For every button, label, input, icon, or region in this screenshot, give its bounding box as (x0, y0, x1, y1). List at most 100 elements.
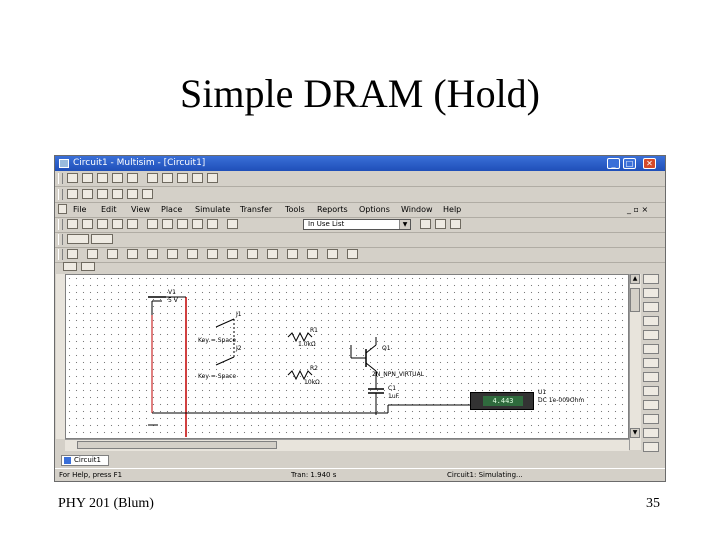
wattmeter-icon[interactable] (643, 302, 659, 312)
zoom-out-icon[interactable] (97, 189, 108, 199)
menu-tools[interactable]: Tools (285, 203, 305, 216)
menu-file[interactable]: File (73, 203, 86, 216)
print-icon[interactable] (112, 173, 123, 183)
toggle-design-icon[interactable] (67, 219, 78, 229)
multimeter-tool-icon[interactable] (643, 274, 659, 284)
oscilloscope-icon[interactable] (643, 316, 659, 326)
switch-j2[interactable] (215, 356, 235, 366)
toolbar-grip (58, 249, 63, 260)
misc-digital-icon[interactable] (207, 249, 218, 259)
source-icon[interactable] (67, 249, 78, 259)
create-component-icon[interactable] (112, 219, 123, 229)
new-icon[interactable] (67, 173, 78, 183)
transfer-ultiboard-icon[interactable] (177, 219, 188, 229)
minimize-button[interactable]: _ (607, 158, 620, 169)
postprocessor-icon[interactable] (147, 219, 158, 229)
mixed-icon[interactable] (227, 249, 238, 259)
tab-circuit1[interactable]: Circuit1 (61, 455, 109, 466)
menu-place[interactable]: Place (161, 203, 182, 216)
run-simulation-icon[interactable] (67, 234, 89, 244)
undo-icon[interactable] (192, 173, 203, 183)
place-hierarchical-icon[interactable] (327, 249, 338, 259)
diode-icon[interactable] (107, 249, 118, 259)
transistor-icon[interactable] (127, 249, 138, 259)
scroll-up-icon[interactable]: ▲ (630, 274, 640, 284)
circuit-schematic (148, 296, 470, 437)
network-analyzer-icon[interactable] (643, 414, 659, 424)
zoom-area-icon[interactable] (112, 189, 123, 199)
basic-icon[interactable] (87, 249, 98, 259)
in-use-list-dropdown[interactable]: In Use List ▼ (303, 219, 411, 230)
zoom-fit-icon[interactable] (127, 189, 138, 199)
menu-view[interactable]: View (131, 203, 150, 216)
forward-annotate-icon[interactable] (207, 219, 218, 229)
iv-analyzer-icon[interactable] (643, 428, 659, 438)
switch-j1[interactable] (215, 318, 235, 328)
menu-edit[interactable]: Edit (101, 203, 117, 216)
analog-icon[interactable] (147, 249, 158, 259)
document-icon[interactable] (58, 204, 67, 214)
edu-web-icon[interactable] (227, 219, 238, 229)
close-button[interactable]: ✕ (643, 158, 656, 169)
resistor-r2[interactable] (287, 369, 313, 381)
zoom-page-icon[interactable] (142, 189, 153, 199)
print-preview-icon[interactable] (127, 173, 138, 183)
zoom-in-icon[interactable] (82, 189, 93, 199)
open-icon[interactable] (82, 173, 93, 183)
bode-plotter-icon[interactable] (643, 330, 659, 340)
misc-icon[interactable] (267, 249, 278, 259)
title-bar[interactable]: Circuit1 - Multisim - [Circuit1] _ □ ✕ (55, 156, 665, 171)
schematic-canvas[interactable]: V1 5 V J1 Key = Space J2 Key = Space R1 … (65, 274, 629, 439)
cut-icon[interactable] (147, 173, 158, 183)
scroll-thumb[interactable] (630, 288, 640, 312)
menu-bar: File Edit View Place Simulate Transfer T… (55, 202, 665, 218)
paste-icon[interactable] (177, 173, 188, 183)
status-simulating: Circuit1: Simulating... (447, 471, 523, 479)
save-icon[interactable] (97, 173, 108, 183)
electromechanical-icon[interactable] (307, 249, 318, 259)
function-generator-icon[interactable] (643, 288, 659, 298)
spreadsheet-icon[interactable] (82, 219, 93, 229)
help-pointer-icon[interactable] (435, 219, 446, 229)
multisim-window: Circuit1 - Multisim - [Circuit1] _ □ ✕ F… (54, 155, 666, 482)
distortion-analyzer-icon[interactable] (643, 386, 659, 396)
menu-options[interactable]: Options (359, 203, 390, 216)
transistor-collector[interactable] (365, 344, 377, 354)
resistor-r1[interactable] (287, 331, 313, 343)
rf-icon[interactable] (287, 249, 298, 259)
logic-analyzer-icon[interactable] (643, 358, 659, 368)
cmos-icon[interactable] (187, 249, 198, 259)
menu-help[interactable]: Help (443, 203, 461, 216)
menu-window[interactable]: Window (401, 203, 433, 216)
agilent-icon[interactable] (643, 442, 659, 452)
scroll-down-icon[interactable]: ▼ (630, 428, 640, 438)
copy-icon[interactable] (162, 173, 173, 183)
pause-simulation-icon[interactable] (91, 234, 113, 244)
indicator-icon[interactable] (247, 249, 258, 259)
h-scroll-thumb[interactable] (77, 441, 277, 449)
back-annotate-icon[interactable] (192, 219, 203, 229)
electrical-rules-icon[interactable] (162, 219, 173, 229)
place-bus-icon[interactable] (347, 249, 358, 259)
word-generator-icon[interactable] (643, 344, 659, 354)
virtual-component-icon[interactable] (63, 262, 77, 271)
grapher-icon[interactable] (127, 219, 138, 229)
logic-converter-icon[interactable] (643, 372, 659, 382)
menu-transfer[interactable]: Transfer (240, 203, 272, 216)
ttl-icon[interactable] (167, 249, 178, 259)
virtual-measure-icon[interactable] (81, 262, 95, 271)
menu-simulate[interactable]: Simulate (195, 203, 230, 216)
component-wizard-icon[interactable] (420, 219, 431, 229)
full-screen-icon[interactable] (67, 189, 78, 199)
context-help-icon[interactable] (450, 219, 461, 229)
database-icon[interactable] (97, 219, 108, 229)
maximize-button[interactable]: □ (623, 158, 636, 169)
multimeter[interactable]: 4.443 (470, 392, 534, 410)
horizontal-scrollbar[interactable] (65, 439, 629, 451)
spectrum-analyzer-icon[interactable] (643, 400, 659, 410)
menu-reports[interactable]: Reports (317, 203, 348, 216)
vertical-scrollbar[interactable]: ▲ ▼ (629, 274, 641, 450)
mdi-window-controls[interactable]: _ ▫ × (627, 205, 648, 214)
transistor-emitter[interactable] (365, 362, 377, 372)
redo-icon[interactable] (207, 173, 218, 183)
